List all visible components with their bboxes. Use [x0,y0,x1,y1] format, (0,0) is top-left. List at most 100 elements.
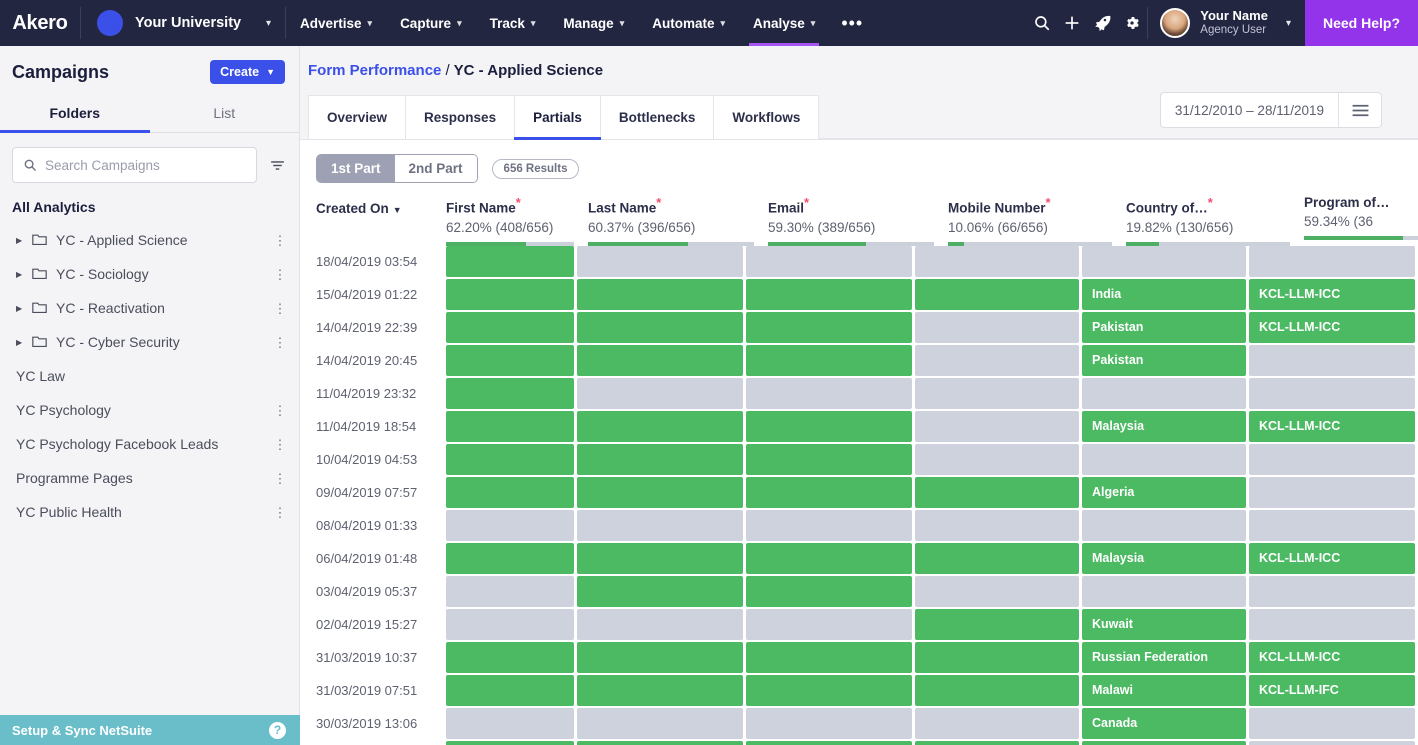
vertical-scrollbar[interactable] [1409,140,1418,745]
cell-email[interactable] [746,708,912,739]
chevron-right-icon[interactable]: ▶ [16,270,24,279]
chevron-right-icon[interactable]: ▶ [16,236,24,245]
cell-mobile_number[interactable] [915,741,1079,745]
cell-last_name[interactable] [577,510,743,541]
column-header-email[interactable]: Email*59.30% (389/656) [768,195,948,246]
cell-first_name[interactable] [446,642,574,673]
need-help-button[interactable]: Need Help? [1305,0,1418,46]
cell-first_name[interactable] [446,741,574,745]
cell-first_name[interactable] [446,510,574,541]
cell-last_name[interactable] [577,312,743,343]
cell-last_name[interactable] [577,246,743,277]
cell-country_of[interactable]: Canada [1082,708,1246,739]
kebab-menu-icon[interactable]: ⋮ [273,336,287,349]
cell-program_of[interactable]: KCL-LLM-ICC [1249,543,1415,574]
table-row[interactable]: 30/03/2019 13:06Canada [316,708,1418,739]
cell-program_of[interactable] [1249,576,1415,607]
cell-first_name[interactable] [446,543,574,574]
cell-country_of[interactable]: Pakistan [1082,345,1246,376]
column-header-country_of[interactable]: Country of…*19.82% (130/656) [1126,195,1304,246]
cell-email[interactable] [746,642,912,673]
column-header-program_of[interactable]: Program of…59.34% (36 [1304,195,1418,240]
cell-program_of[interactable] [1249,741,1415,745]
cell-program_of[interactable] [1249,477,1415,508]
table-row[interactable]: 10/04/2019 04:53 [316,444,1418,475]
sidebar-item-yc-public-health[interactable]: YC Public Health⋮ [0,495,299,529]
help-circle-icon[interactable]: ? [269,722,286,739]
cell-email[interactable] [746,279,912,310]
cell-mobile_number[interactable] [915,378,1079,409]
gear-icon[interactable] [1117,0,1147,46]
cell-country_of[interactable] [1082,378,1246,409]
cell-email[interactable] [746,312,912,343]
nav-item-automate[interactable]: Automate ▾ [638,0,739,46]
cell-mobile_number[interactable] [915,279,1079,310]
nav-item-manage[interactable]: Manage ▾ [549,0,638,46]
cell-country_of[interactable]: Malaysia [1082,411,1246,442]
cell-first_name[interactable] [446,477,574,508]
cell-last_name[interactable] [577,279,743,310]
cell-country_of[interactable] [1082,510,1246,541]
table-row[interactable]: 31/03/2019 10:37Russian FederationKCL-LL… [316,642,1418,673]
cell-first_name[interactable] [446,345,574,376]
sidebar-item-programme-pages[interactable]: Programme Pages⋮ [0,461,299,495]
cell-first_name[interactable] [446,576,574,607]
cell-program_of[interactable] [1249,444,1415,475]
cell-last_name[interactable] [577,378,743,409]
cell-first_name[interactable] [446,246,574,277]
cell-mobile_number[interactable] [915,576,1079,607]
nav-item-track[interactable]: Track ▾ [476,0,550,46]
cell-country_of[interactable]: Malaysia [1082,543,1246,574]
table-row[interactable]: 06/04/2019 01:48MalaysiaKCL-LLM-ICC [316,543,1418,574]
cell-mobile_number[interactable] [915,708,1079,739]
cell-program_of[interactable]: KCL-LLM-IFC [1249,675,1415,706]
nav-item-capture[interactable]: Capture ▾ [386,0,476,46]
cell-email[interactable] [746,378,912,409]
menu-icon[interactable] [1339,93,1381,127]
cell-mobile_number[interactable] [915,543,1079,574]
cell-program_of[interactable] [1249,345,1415,376]
cell-email[interactable] [746,411,912,442]
chevron-right-icon[interactable]: ▶ [16,304,24,313]
date-range-picker[interactable]: 31/12/2010 – 28/11/2019 [1160,92,1382,128]
cell-country_of[interactable] [1082,576,1246,607]
tab-workflows[interactable]: Workflows [713,95,819,139]
cell-mobile_number[interactable] [915,345,1079,376]
cell-program_of[interactable] [1249,708,1415,739]
tab-partials[interactable]: Partials [514,95,601,139]
cell-country_of[interactable]: Kuwait [1082,609,1246,640]
akero-logo[interactable]: Akero [0,0,80,46]
filter-icon[interactable] [267,157,287,174]
cell-country_of[interactable] [1082,444,1246,475]
table-row[interactable]: 11/04/2019 18:54MalaysiaKCL-LLM-ICC [316,411,1418,442]
cell-email[interactable] [746,675,912,706]
setup-sync-netsuite-banner[interactable]: Setup & Sync NetSuite ? [0,715,300,745]
kebab-menu-icon[interactable]: ⋮ [273,506,287,519]
cell-last_name[interactable] [577,609,743,640]
cell-first_name[interactable] [446,708,574,739]
table-row[interactable]: 09/04/2019 07:57Algeria [316,477,1418,508]
kebab-menu-icon[interactable]: ⋮ [273,438,287,451]
table-row[interactable]: 31/03/2019 07:51MalawiKCL-LLM-IFC [316,675,1418,706]
breadcrumb-link-form-performance[interactable]: Form Performance [308,62,441,79]
cell-country_of[interactable] [1082,246,1246,277]
nav-item-advertise[interactable]: Advertise ▾ [286,0,386,46]
column-header-first_name[interactable]: First Name*62.20% (408/656) [446,195,588,246]
tab-bottlenecks[interactable]: Bottlenecks [600,95,715,139]
cell-first_name[interactable] [446,411,574,442]
table-row[interactable]: 11/04/2019 23:32 [316,378,1418,409]
sidebar-item-yc-applied-science[interactable]: ▶YC - Applied Science⋮ [0,223,299,257]
column-header-created_on[interactable]: Created On▼ [316,195,446,220]
cell-first_name[interactable] [446,378,574,409]
cell-country_of[interactable]: United Kingdom [1082,741,1246,745]
cell-first_name[interactable] [446,675,574,706]
cell-program_of[interactable] [1249,510,1415,541]
cell-email[interactable] [746,246,912,277]
cell-program_of[interactable] [1249,378,1415,409]
cell-mobile_number[interactable] [915,444,1079,475]
cell-country_of[interactable]: Russian Federation [1082,642,1246,673]
cell-last_name[interactable] [577,411,743,442]
cell-program_of[interactable] [1249,609,1415,640]
search-input[interactable] [45,158,246,173]
cell-last_name[interactable] [577,675,743,706]
